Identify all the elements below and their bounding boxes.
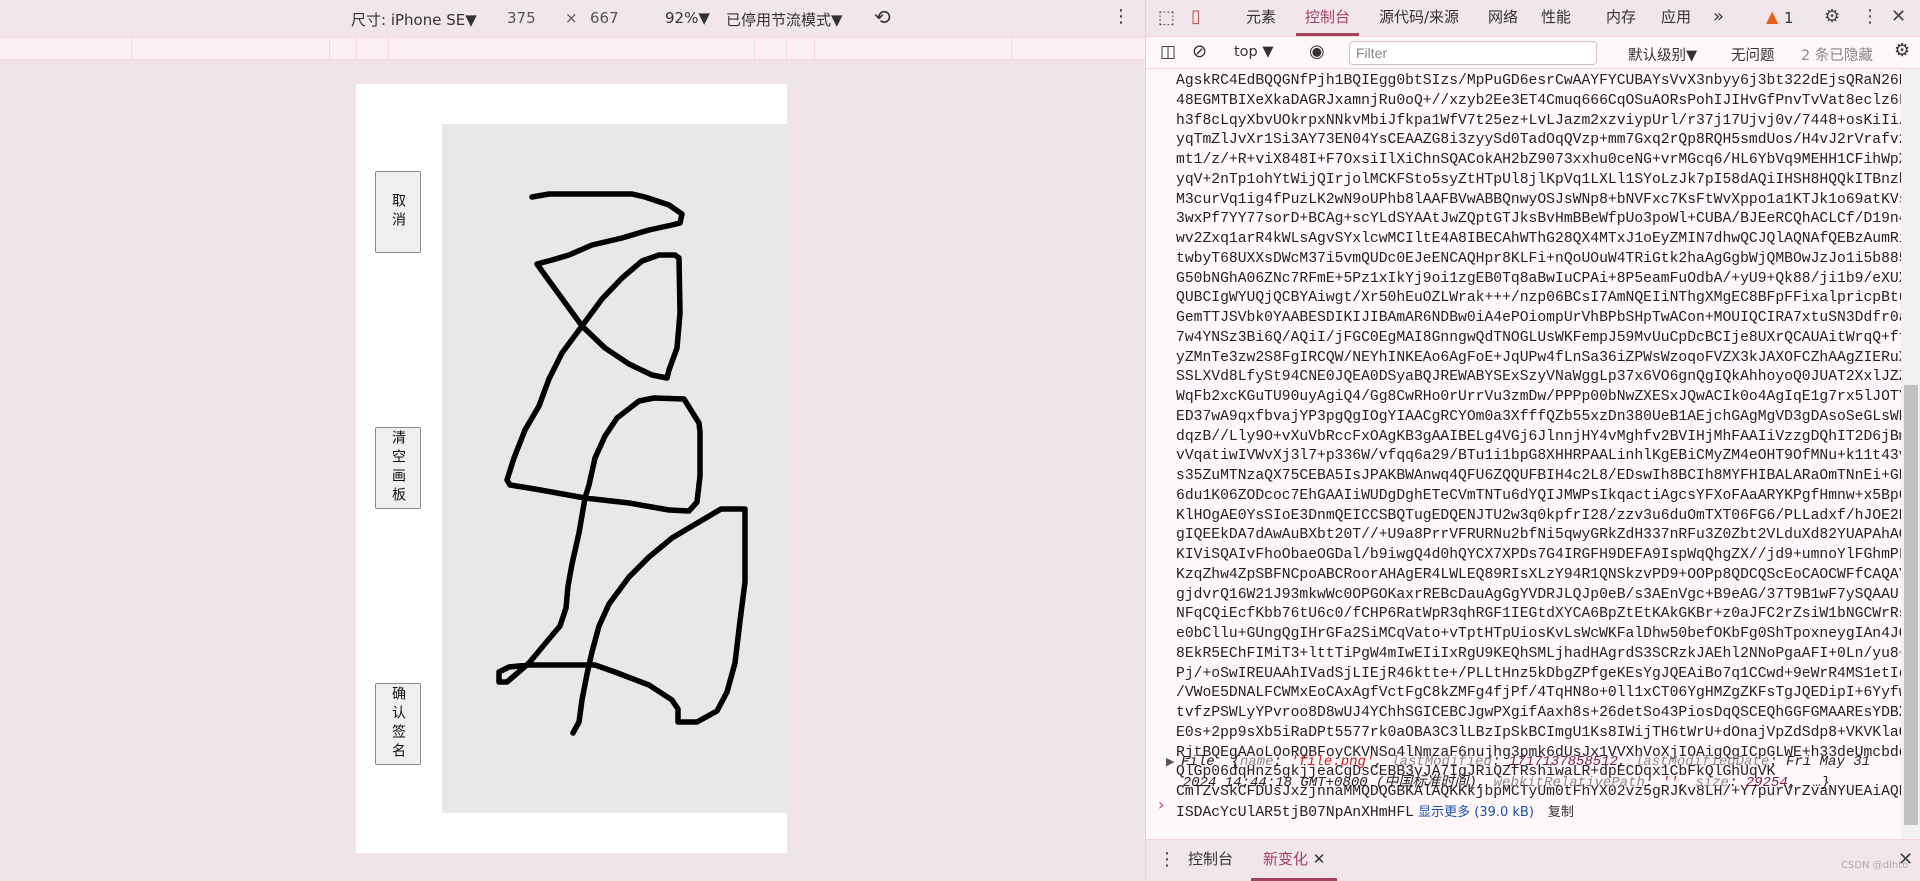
console-line: twbyT68UXXsDWcM37i5vmQUDc0EJeENCAQHpr8KL… xyxy=(1176,250,1920,267)
console-line: 6du1K06ZODcoc7EhGAAIiWUDgDghETeCVmTNTu6d… xyxy=(1176,487,1920,504)
close-devtools-icon[interactable]: ✕ xyxy=(1891,6,1906,27)
clear-label: 清空画板 xyxy=(390,430,406,506)
console-line: gIQEEkDA7dAwAuBXbt20T//+U9a8PrrVFRURNu2b… xyxy=(1176,527,1920,544)
console-line: yZMnTe3zw2S8FgIRCQW/NEYhINKEAo6AgFoE+JqU… xyxy=(1176,349,1920,366)
warning-icon[interactable]: ▲ xyxy=(1766,7,1778,26)
clear-console-icon[interactable]: ⊘ xyxy=(1192,41,1207,62)
console-line: dqzB//Lly9O+vXuVbRccFxOAgKB3gAAIBELg4VGj… xyxy=(1176,428,1920,445)
cancel-label: 取消 xyxy=(390,193,406,231)
console-line: s35ZuMTNzaQX75CEBA5IsJPAKBWAnwq4QFU6ZQQU… xyxy=(1176,468,1920,484)
tab-memory[interactable]: 内存 xyxy=(1606,0,1636,36)
drawer-tab-console[interactable]: 控制台 xyxy=(1188,842,1233,878)
zoom-select[interactable]: 92%▼ xyxy=(665,9,710,27)
settings-icon[interactable]: ⚙ xyxy=(1824,6,1840,27)
console-line: KIViSQAIvFhoObaeOGDal/b9iwgQ4d0hQYCX7XPD… xyxy=(1176,547,1920,563)
console-line: ED37wA9qxfbvajYP3pgQgIOgYIAACgRCYOm0a3Xf… xyxy=(1176,408,1920,425)
more-tabs-button[interactable]: » xyxy=(1713,0,1724,36)
drawer-tab-changes[interactable]: 新变化 ✕ xyxy=(1251,842,1338,881)
tab-elements[interactable]: 元素 xyxy=(1246,0,1276,36)
cancel-button[interactable]: 取消 xyxy=(375,171,421,253)
console-line: 7w4YNSz3Bi6Q/AQiI/jFGC0EgMAI8GnngwQdTNOG… xyxy=(1176,329,1920,346)
confirm-label: 确认签名 xyxy=(390,686,406,762)
console-line: 8EkR5EChFIMiT3+lttTiPgW4mIwEIiIxRgU9KEQh… xyxy=(1176,645,1920,662)
console-line: KzqZhw4ZpSBFNCpoABCRoorAHAgER4LWLEQ89RIs… xyxy=(1176,566,1920,583)
console-line: yqV+2nTp1ohYtWijQIrjolMCKFSto5syZtHTpUl8… xyxy=(1176,171,1920,188)
more-menu-icon[interactable]: ⋮ xyxy=(1861,6,1879,27)
devtools-tabbar: ⬚ ▯ 元素 控制台 源代码/来源 网络 性能 内存 应用 » ▲ 1 ⚙ ⋮ … xyxy=(1146,0,1920,37)
warning-count[interactable]: 1 xyxy=(1784,9,1794,27)
show-more-link[interactable]: 显示更多 (39.0 kB) xyxy=(1414,805,1534,820)
file-object-log[interactable]: ▶ File {name: 'file.png', lastModified: … xyxy=(1166,752,1870,793)
signature-drawing xyxy=(496,191,748,736)
console-line: KlHOgAE0YsSIoE3DnmQEICCSBQTugEDQENJTU2w3… xyxy=(1176,507,1920,524)
tab-application[interactable]: 应用 xyxy=(1661,0,1691,36)
device-toolbar-icon[interactable]: ▯ xyxy=(1191,6,1201,27)
clear-canvas-button[interactable]: 清空画板 xyxy=(375,427,421,509)
media-query-bar[interactable] xyxy=(0,37,1145,60)
console-line: 3wxPf7YY77sorD+BCAg+scYLdSYAAtJwZQptGTJk… xyxy=(1176,211,1920,228)
log-level-select[interactable]: 默认级别▼ xyxy=(1628,44,1697,65)
tab-sources[interactable]: 源代码/来源 xyxy=(1379,0,1459,36)
confirm-signature-button[interactable]: 确认签名 xyxy=(375,683,421,765)
console-line: h3f8cLqyXbvUOkrpxNNkvMbiJfkpa1WfV7t25ez+… xyxy=(1176,112,1920,129)
live-expression-eye-icon[interactable]: ◉ xyxy=(1309,41,1325,62)
console-line: wv2Zxq1arR4kWLsAgvSYxlcwMCIltE4A8IBECAhW… xyxy=(1176,231,1920,247)
console-line: SSLXVd8LfySt94CNE0JQEA0DSyaBQJREWABYSExS… xyxy=(1176,369,1920,386)
console-line: QUBCIgWYUQjQCBYAiwgt/Xr50hEuOZLWrak+++/n… xyxy=(1176,290,1920,307)
scrollbar-thumb[interactable] xyxy=(1904,385,1918,825)
console-line: vVqatiwIVWvXj3l7+p336W/vfqq6a29/BTu1i1bp… xyxy=(1176,448,1920,465)
console-line: mt1/z/+R+viX848I+F7OxsiIlXiChnSQACokAH2b… xyxy=(1176,152,1920,168)
close-drawer-icon[interactable]: ✕ xyxy=(1898,849,1913,870)
throttle-select[interactable]: 已停用节流模式▼ xyxy=(726,9,843,30)
console-output: AgskRC4EdBQQGNfPjh1BQIEgg0btSIzs/MpPuGD6… xyxy=(1176,72,1920,824)
devtools-panel: ⬚ ▯ 元素 控制台 源代码/来源 网络 性能 内存 应用 » ▲ 1 ⚙ ⋮ … xyxy=(1145,0,1920,881)
device-viewport: 取消 清空画板 确认签名 xyxy=(356,84,787,853)
device-select[interactable]: 尺寸: iPhone SE▼ xyxy=(351,9,477,30)
expand-triangle-icon[interactable]: ▶ xyxy=(1166,757,1181,769)
console-line: ISDAcYcUlAR5tjB07NpAnXHmHFL 显示更多 (39.0 k… xyxy=(1176,804,1574,821)
console-line: /VWoE5DNALFCWMxEoCAxAgfVctFgC8kZMFg4fjPf… xyxy=(1176,685,1920,702)
console-scrollbar[interactable] xyxy=(1901,69,1920,839)
console-line: 48EGMTBIXeXkaDAGRJxamnjRu0oQ+//xzyb2Ee3E… xyxy=(1176,92,1920,109)
height-input[interactable]: 667 xyxy=(590,9,619,27)
console-line: GemTTJSVbk0YAABESDIKIJIBAmAR6NDBw0iA4ePO… xyxy=(1176,310,1920,326)
filter-input[interactable] xyxy=(1349,41,1597,65)
drawer-tabbar: ⋮ 控制台 新变化 ✕ CSDN @dlhto ✕ xyxy=(1146,839,1920,881)
width-input[interactable]: 375 xyxy=(507,9,536,27)
drawer-menu-icon[interactable]: ⋮ xyxy=(1158,849,1176,870)
sidebar-toggle-icon[interactable]: ◫ xyxy=(1160,42,1176,62)
tab-network[interactable]: 网络 xyxy=(1488,0,1518,36)
console-prompt[interactable]: › xyxy=(1158,795,1164,814)
console-line: G50bNGhA06ZNc7RFmE+5Pz1xIkYj9oi1zgEB0Tq8… xyxy=(1176,270,1920,287)
device-toolbar: 尺寸: iPhone SE▼ 375 × 667 92%▼ 已停用节流模式▼ ⟲… xyxy=(0,0,1145,37)
console-line: WqFb2xcKGuTU90uyAgiQ4/Gg8CwRHo0rUrrVu3zm… xyxy=(1176,389,1920,405)
console-line: yqTmZlJvXr1Si3AY73EN04YsCEAAZG8i3zyySd0T… xyxy=(1176,132,1920,149)
console-line: M3curVq1ig4fPuzLK2wN9oUPhb8lAAFBVwABBQnw… xyxy=(1176,191,1920,208)
signature-stroke xyxy=(496,191,748,736)
console-line: e0bCllu+GUngQgIHrGFa2SiMCqVato+vTptHTpUi… xyxy=(1176,626,1920,642)
tab-performance[interactable]: 性能 xyxy=(1541,0,1571,36)
console-toolbar: ◫ ⊘ top ▼ ◉ 默认级别▼ 无问题 2 条已隐藏 ⚙ xyxy=(1146,37,1920,69)
more-options-icon[interactable]: ⋮ xyxy=(1112,6,1130,27)
console-line: E0s+2pp9sXb5iRaDPt5577rk0aOBA3C3lLBzIpSk… xyxy=(1176,724,1917,741)
device-emulation-area: 尺寸: iPhone SE▼ 375 × 667 92%▼ 已停用节流模式▼ ⟲… xyxy=(0,0,1145,880)
copy-button[interactable]: 复制 xyxy=(1548,805,1574,820)
file-type: File xyxy=(1181,754,1215,770)
console-line: Pj/+oSwIREUAAhIVadSjLIEjR46ktte+/PLLtHnz… xyxy=(1176,665,1920,682)
console-line: tvfzPSWLyYPvroo8D8wUJ4YChhSGICEBCJgwPXgi… xyxy=(1176,705,1920,721)
console-settings-icon[interactable]: ⚙ xyxy=(1894,40,1910,61)
times-label: × xyxy=(565,9,578,27)
context-select[interactable]: top ▼ xyxy=(1234,44,1274,60)
tab-console[interactable]: 控制台 xyxy=(1296,0,1360,36)
rotate-icon[interactable]: ⟲ xyxy=(874,5,891,29)
issues-button[interactable]: 无问题 xyxy=(1731,44,1775,65)
hidden-count: 2 条已隐藏 xyxy=(1801,48,1873,64)
close-tab-icon[interactable]: ✕ xyxy=(1313,850,1326,868)
signature-canvas[interactable] xyxy=(442,124,787,813)
console-line: NFqCQiEcfKbb76tU6c0/fCHP6RatWpR3qhRGF1IE… xyxy=(1176,606,1917,623)
console-line: gjdvrQ16W21J93mkwWc0OPGOKaxrREBcDauAgGgY… xyxy=(1176,586,1920,603)
console-line: AgskRC4EdBQQGNfPjh1BQIEgg0btSIzs/MpPuGD6… xyxy=(1176,73,1920,89)
inspect-element-icon[interactable]: ⬚ xyxy=(1158,7,1175,28)
